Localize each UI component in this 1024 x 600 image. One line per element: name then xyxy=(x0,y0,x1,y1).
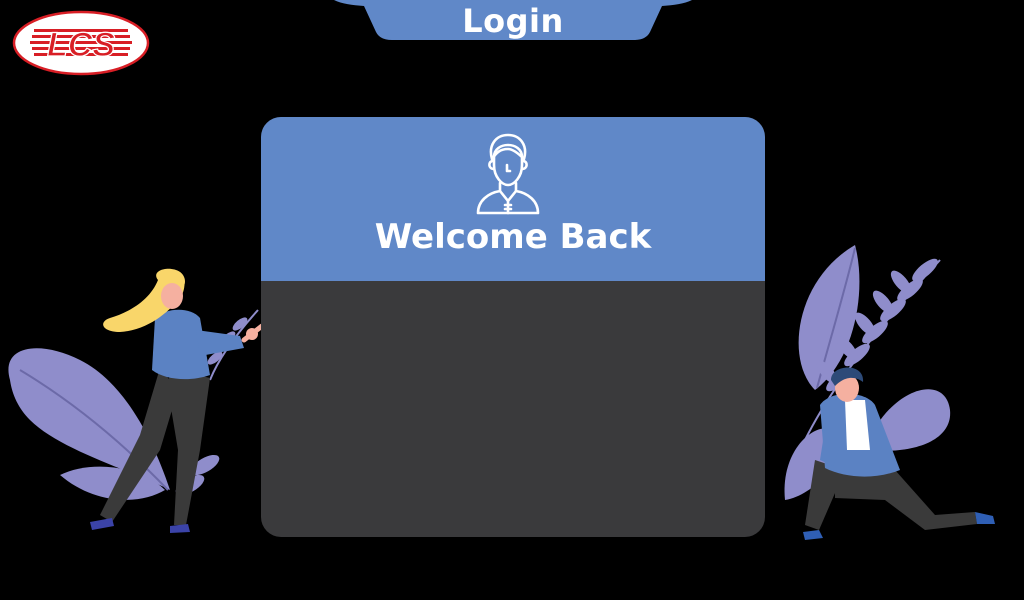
lcs-logo: LCS xyxy=(12,10,150,76)
man-illustration xyxy=(784,245,995,540)
page-title: Login xyxy=(462,2,564,40)
user-avatar-icon xyxy=(476,133,540,215)
login-card: Welcome Back xyxy=(261,117,765,537)
woman-illustration xyxy=(8,268,265,533)
card-header: Welcome Back xyxy=(261,117,765,281)
card-body xyxy=(261,281,765,537)
logo-text: LCS xyxy=(47,26,115,64)
welcome-heading: Welcome Back xyxy=(374,217,652,257)
